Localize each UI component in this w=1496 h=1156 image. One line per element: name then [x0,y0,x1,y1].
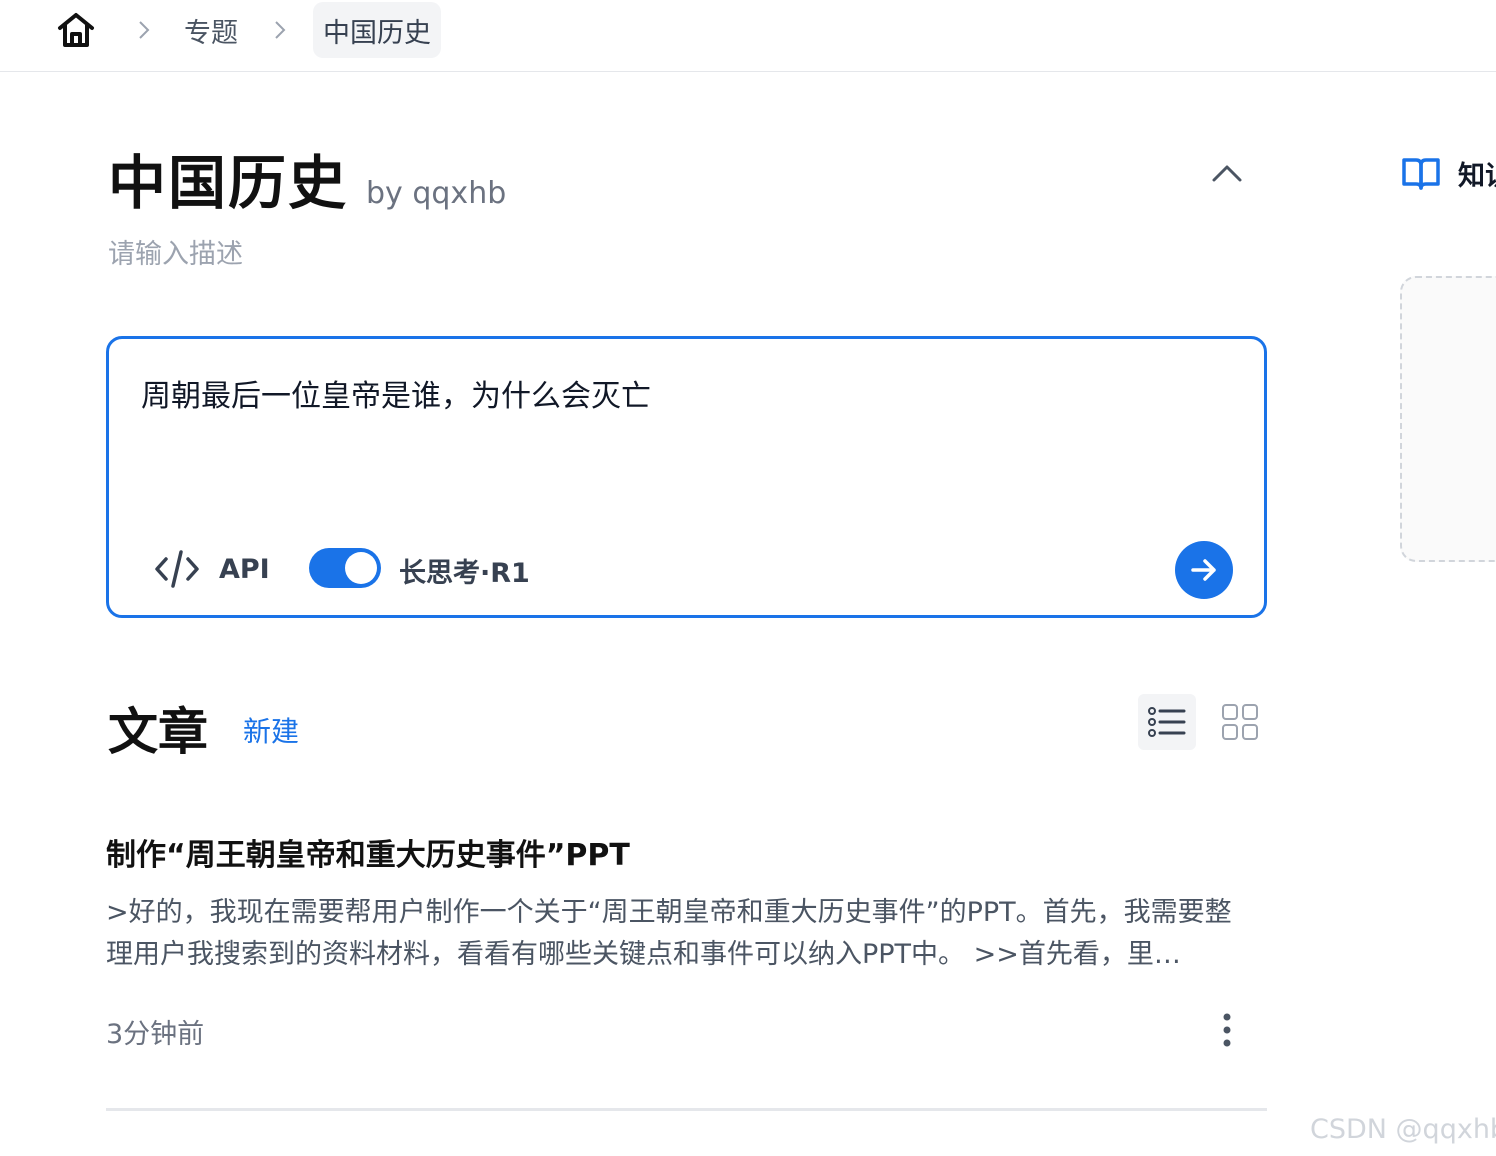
new-article-link[interactable]: 新建 [243,710,299,750]
toggle-knob [345,552,377,584]
prompt-input[interactable]: 周朝最后一位皇帝是谁，为什么会灭亡 [141,371,651,415]
chevron-right-icon [134,16,154,44]
breadcrumb-item-current[interactable]: 中国历史 [313,2,441,58]
knowledge-base-label[interactable]: 知识库 [1458,154,1496,193]
grid-view-button[interactable] [1212,694,1268,750]
divider [106,1108,1267,1111]
knowledge-dropzone[interactable] [1400,276,1496,562]
article-excerpt: >好的，我现在需要帮用户制作一个关于“周王朝皇帝和重大历史事件”的PPT。首先，… [106,897,1232,970]
deep-think-toggle[interactable] [309,548,381,588]
page: 专题 中国历史 中国历史 by qqxhb 请输入描述 知识库 周朝最后一位皇帝… [0,0,1496,1156]
home-icon [58,13,94,47]
page-title: 中国历史 [108,149,349,217]
page-header: 中国历史 by qqxhb [108,136,506,220]
code-icon [155,550,199,588]
grid-view-icon [1222,704,1258,740]
list-view-icon [1148,707,1186,737]
more-vertical-icon [1223,1013,1231,1047]
page-author: by qqxhb [366,176,507,211]
chevron-up-icon [1212,165,1242,182]
api-button[interactable]: API [153,547,270,591]
home-button[interactable] [52,6,100,54]
prompt-box[interactable]: 周朝最后一位皇帝是谁，为什么会灭亡 API 长思考·R1 [106,336,1267,618]
breadcrumb: 专题 中国历史 [0,0,1496,72]
collapse-button[interactable] [1206,152,1248,194]
description-field[interactable]: 请输入描述 [108,232,243,271]
breadcrumb-item-topics[interactable]: 专题 [184,2,238,58]
articles-title: 文章 [108,703,208,761]
watermark: CSDN @qqxhb [1310,1114,1496,1145]
arrow-right-icon [1191,559,1216,581]
deep-think-label: 长思考·R1 [399,558,530,589]
article-more-button[interactable] [1208,1008,1246,1052]
article-title[interactable]: 制作“周王朝皇帝和重大历史事件”PPT [106,830,630,874]
article-timestamp: 3分钟前 [106,1019,205,1050]
chevron-right-icon [270,16,290,44]
send-button[interactable] [1175,541,1233,599]
book-icon [1400,152,1442,194]
list-view-button[interactable] [1138,694,1196,750]
api-label: API [219,553,270,585]
